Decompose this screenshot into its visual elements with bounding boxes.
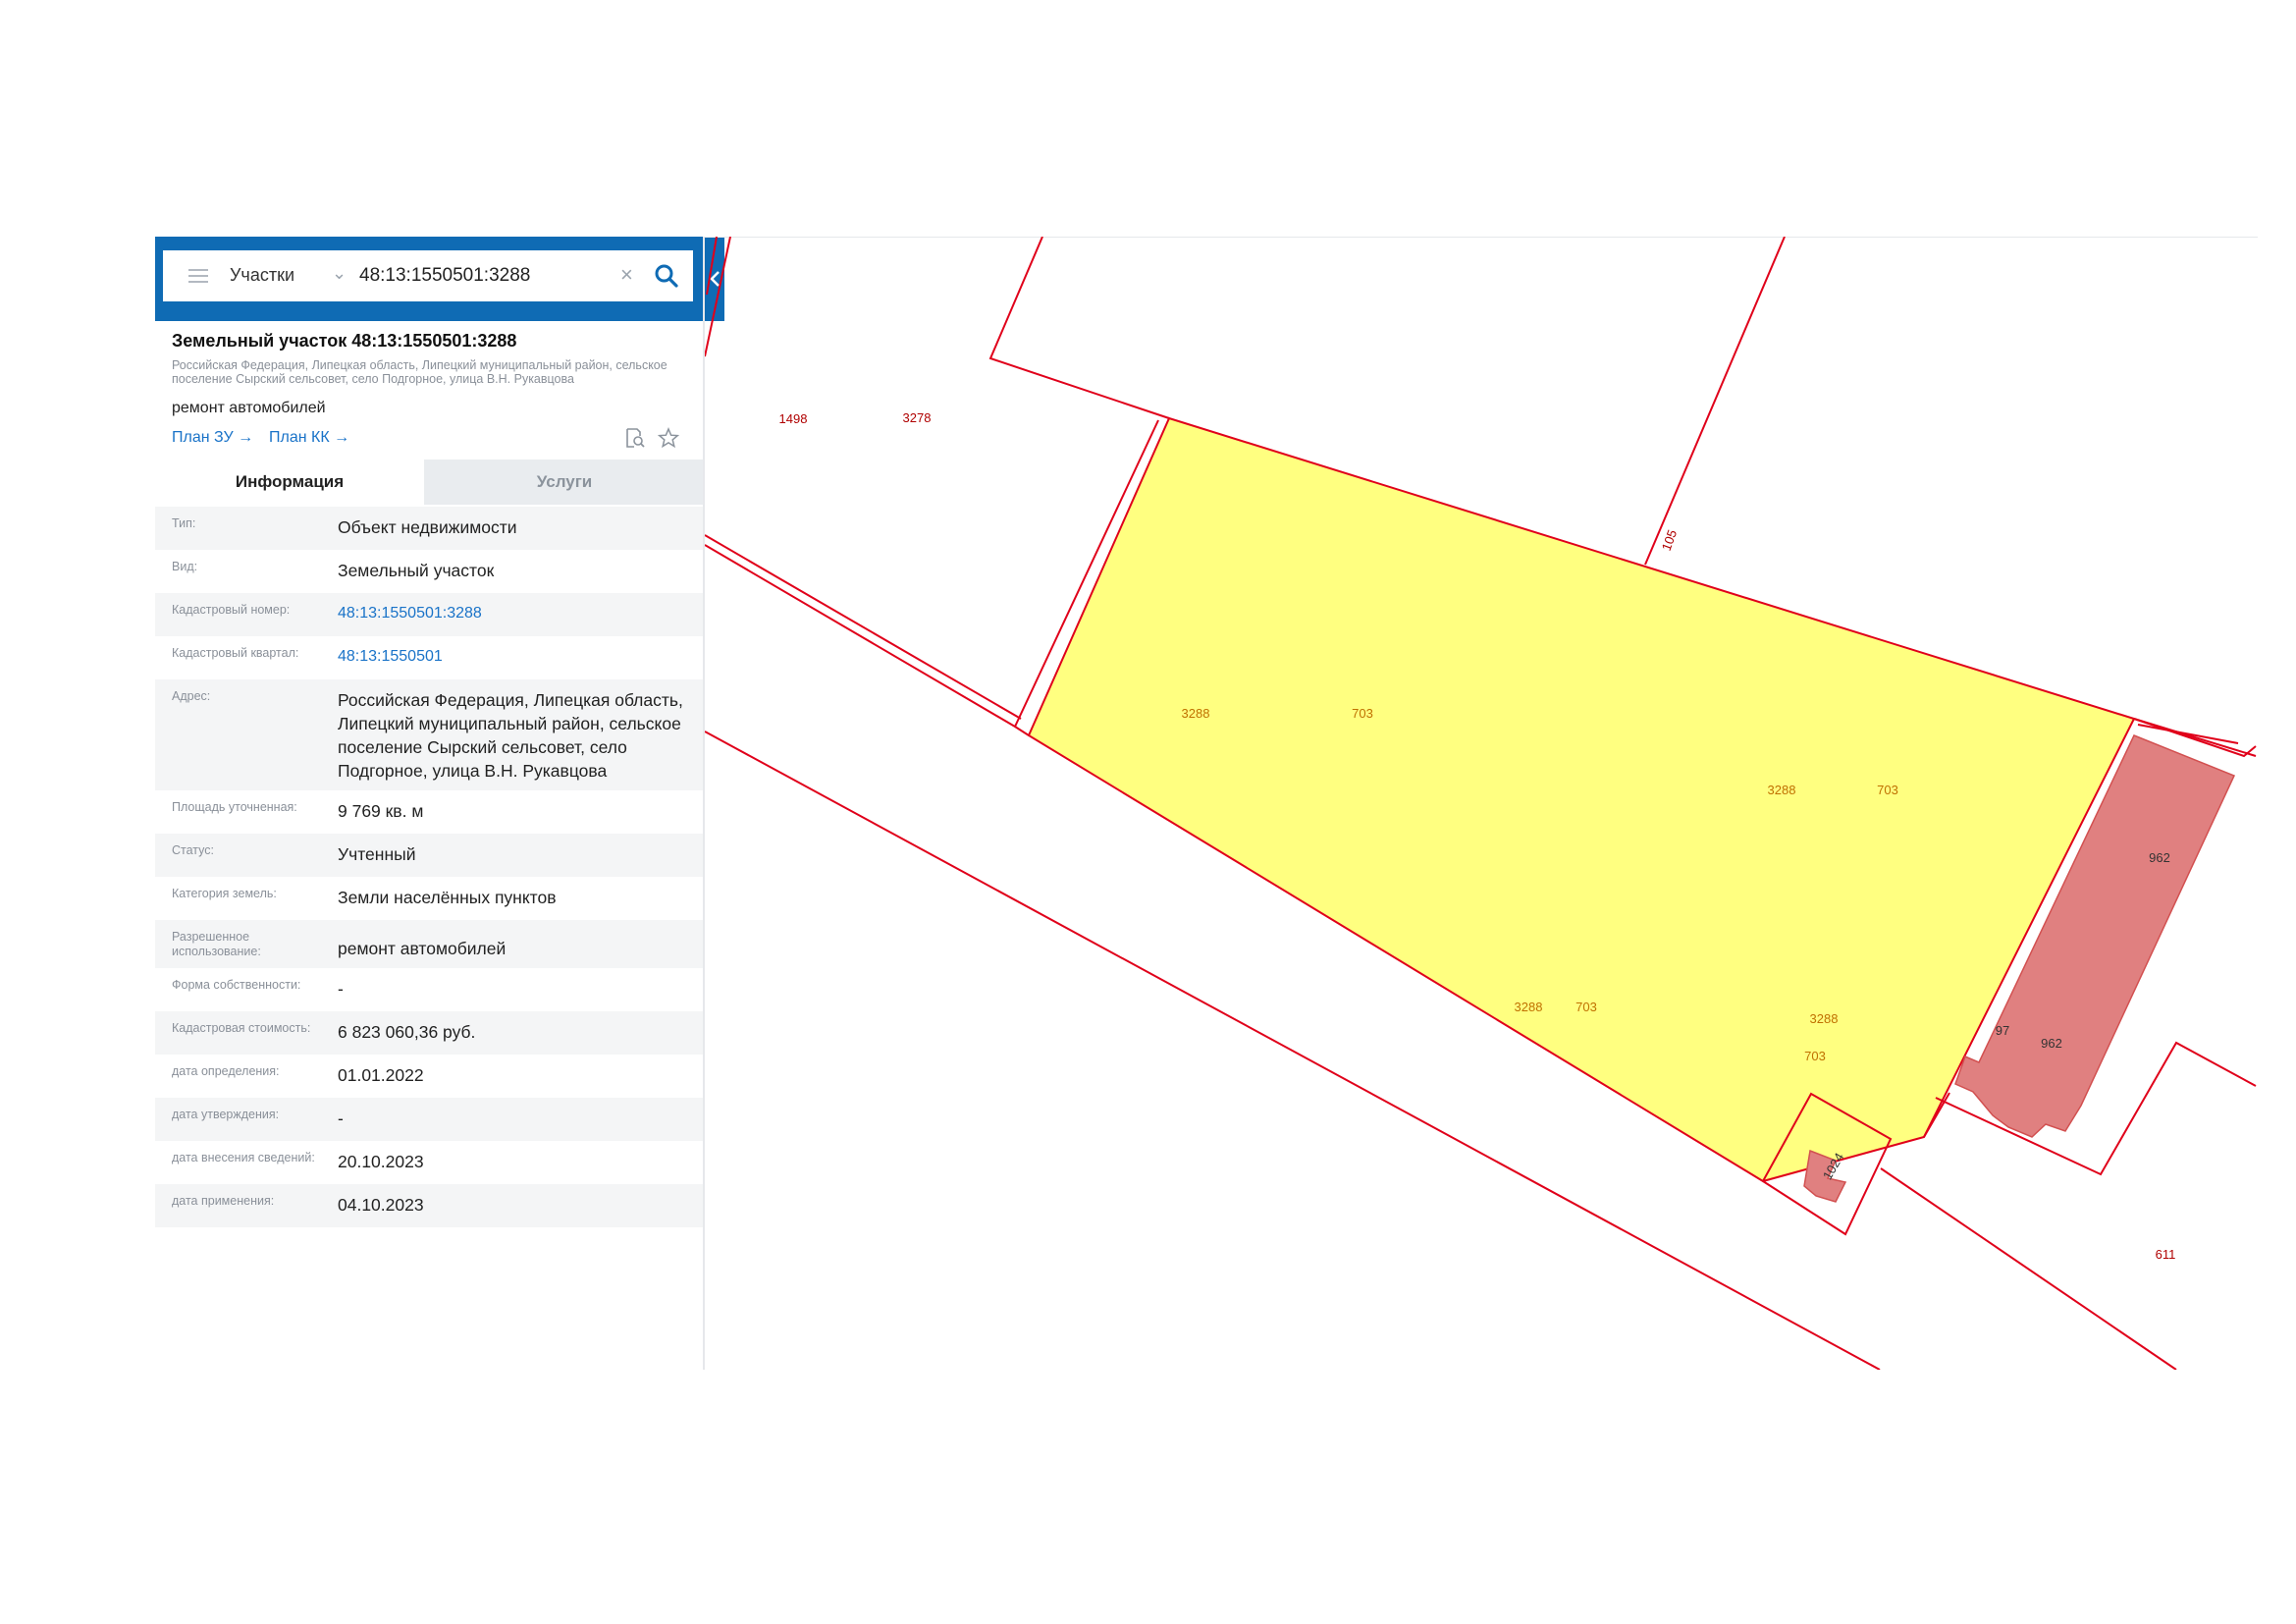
parcel-label: 1498 <box>779 411 808 426</box>
tab-information[interactable]: Информация <box>155 460 424 505</box>
row-value: 20.10.2023 <box>338 1152 424 1171</box>
parcel-boundary <box>705 534 1022 720</box>
parcel-label: 3288 <box>1515 1000 1543 1014</box>
row-value: Земельный участок <box>338 561 495 580</box>
table-row: Форма собственности: - <box>155 968 705 1011</box>
row-label: дата определения: <box>172 1064 280 1078</box>
table-row: дата утверждения: - <box>155 1098 705 1141</box>
cadastral-quarter-link[interactable]: 48:13:1550501 <box>338 636 705 677</box>
row-label: дата применения: <box>172 1194 275 1208</box>
row-label: Статус: <box>172 843 214 857</box>
parcel-label: 703 <box>1877 783 1898 797</box>
row-label: Разрешенное использование: <box>172 930 261 958</box>
parcel-label: 703 <box>1352 706 1373 721</box>
table-row: Категория земель: Земли населённых пункт… <box>155 877 705 920</box>
table-row: Тип: Объект недвижимости <box>155 507 705 550</box>
row-label: Кадастровая стоимость: <box>172 1021 311 1035</box>
search-input[interactable] <box>357 260 597 292</box>
building-label: 962 <box>2149 850 2170 865</box>
parcel-boundary <box>1644 237 1786 566</box>
parcel-label: 3288 <box>1182 706 1210 721</box>
table-row: дата применения: 04.10.2023 <box>155 1184 705 1227</box>
row-label: Адрес: <box>172 689 211 703</box>
row-label: Тип: <box>172 516 196 530</box>
table-row: Разрешенное использование: ремонт автомо… <box>155 920 705 968</box>
menu-icon[interactable] <box>188 269 208 283</box>
row-value: ремонт автомобилей <box>338 939 507 958</box>
parcel-boundary <box>706 237 718 296</box>
row-value: Российская Федерация, Липецкая область, … <box>338 690 683 781</box>
table-row: Адрес: Российская Федерация, Липецкая об… <box>155 679 705 790</box>
info-table: Тип: Объект недвижимости Вид: Земельный … <box>155 507 705 1227</box>
table-row: дата определения: 01.01.2022 <box>155 1055 705 1098</box>
chevron-down-icon[interactable]: ⌄ <box>332 263 347 284</box>
row-value: Земли населённых пунктов <box>338 888 557 907</box>
row-label: дата утверждения: <box>172 1108 280 1121</box>
cadastral-map[interactable]: 1498 3278 105 3288 703 3288 703 3288 703… <box>705 237 2258 1370</box>
row-value: 6 823 060,36 руб. <box>338 1022 476 1042</box>
object-usage: ремонт автомобилей <box>172 400 326 416</box>
parcel-label: 3278 <box>903 410 932 425</box>
table-row: Статус: Учтенный <box>155 834 705 877</box>
object-title: Земельный участок 48:13:1550501:3288 <box>172 331 517 351</box>
object-address: Российская Федерация, Липецкая область, … <box>172 358 667 386</box>
row-value: - <box>338 979 344 999</box>
plan-kk-link[interactable]: План КК → <box>269 429 349 447</box>
row-label: Площадь уточненная: <box>172 800 297 814</box>
parcel-label: 611 <box>2156 1247 2176 1262</box>
table-row: дата внесения сведений: 20.10.2023 <box>155 1141 705 1184</box>
parcel-label: 105 <box>1659 527 1681 553</box>
parcel-boundary <box>2137 724 2239 744</box>
search-bar: Участки ⌄ × <box>155 237 724 321</box>
row-value: 9 769 кв. м <box>338 801 424 821</box>
row-label: Форма собственности: <box>172 978 301 992</box>
parcel-label: 703 <box>1575 1000 1597 1014</box>
row-label: Кадастровый квартал: <box>172 646 299 660</box>
parcel-label: 3288 <box>1810 1011 1839 1026</box>
row-label: Кадастровый номер: <box>172 603 291 617</box>
tab-bar: Информация Услуги <box>155 460 705 505</box>
row-label: Вид: <box>172 560 198 573</box>
info-panel: Участки ⌄ × Земельный участок 48:13:1550… <box>155 237 724 1370</box>
search-icon[interactable] <box>654 263 679 289</box>
row-value: - <box>338 1109 344 1128</box>
table-row: Кадастровый квартал: 48:13:1550501 <box>155 636 705 679</box>
row-value: Объект недвижимости <box>338 517 517 537</box>
row-value: Учтенный <box>338 844 416 864</box>
table-row: Кадастровая стоимость: 6 823 060,36 руб. <box>155 1011 705 1055</box>
search-box: Участки ⌄ × <box>163 250 693 301</box>
plan-zu-link[interactable]: План ЗУ → <box>172 429 253 447</box>
parcel-label: 97 <box>1996 1023 2009 1038</box>
close-icon[interactable]: × <box>620 262 633 288</box>
document-search-icon[interactable] <box>624 427 646 449</box>
parcel-boundary <box>705 544 1030 736</box>
parcel-label: 3288 <box>1768 783 1796 797</box>
tab-services[interactable]: Услуги <box>424 460 705 505</box>
star-icon[interactable] <box>658 427 679 449</box>
table-row: Кадастровый номер: 48:13:1550501:3288 <box>155 593 705 636</box>
parcel-boundary <box>1880 1167 2177 1370</box>
category-select[interactable]: Участки <box>230 265 294 286</box>
building-label: 962 <box>2041 1036 2062 1051</box>
parcel-label: 703 <box>1804 1049 1826 1063</box>
row-value: 04.10.2023 <box>338 1195 424 1215</box>
parcel-boundary <box>705 237 731 357</box>
row-label: Категория земель: <box>172 887 277 900</box>
row-value: 01.01.2022 <box>338 1065 424 1085</box>
table-row: Площадь уточненная: 9 769 кв. м <box>155 790 705 834</box>
row-label: дата внесения сведений: <box>172 1151 315 1164</box>
table-row: Вид: Земельный участок <box>155 550 705 593</box>
parcel-boundary <box>988 237 1170 419</box>
cadastral-number-link[interactable]: 48:13:1550501:3288 <box>338 593 705 633</box>
